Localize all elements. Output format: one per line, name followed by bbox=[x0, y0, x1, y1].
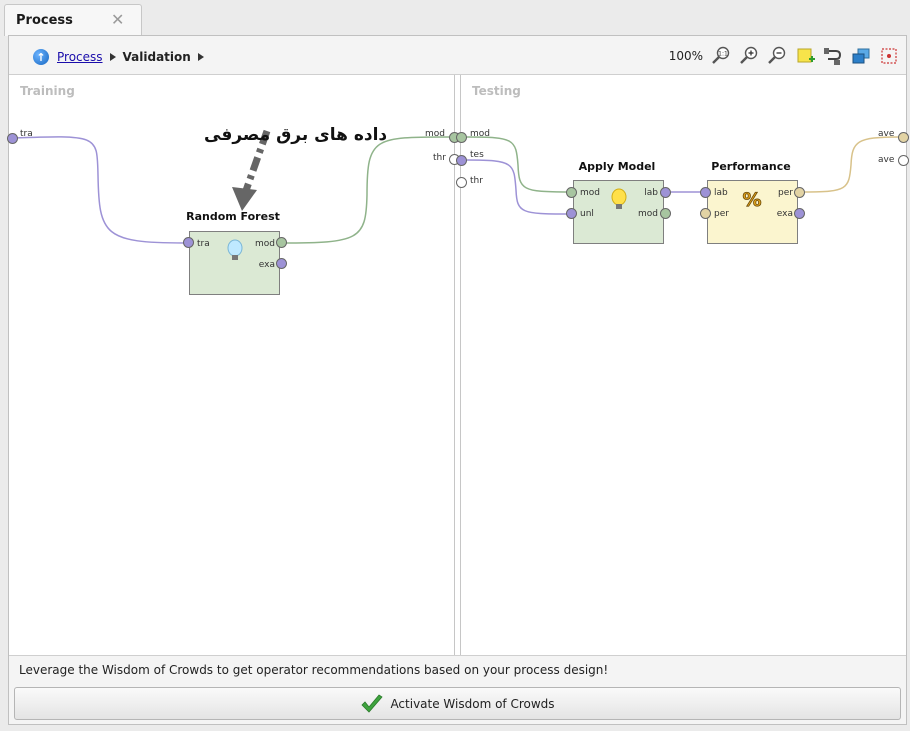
port-label: per bbox=[778, 188, 793, 198]
select-all-icon[interactable] bbox=[878, 45, 900, 67]
port-label: thr bbox=[470, 176, 483, 186]
wisdom-message: Leverage the Wisdom of Crowds to get ope… bbox=[19, 663, 609, 677]
percent-icon: % bbox=[742, 189, 762, 210]
port-label: mod bbox=[255, 239, 275, 249]
breadcrumb-arrow-icon[interactable] bbox=[197, 53, 204, 61]
performance-input-port[interactable] bbox=[700, 187, 711, 198]
activate-wisdom-button[interactable]: Activate Wisdom of Crowds bbox=[14, 687, 901, 720]
training-subprocess[interactable]: Training bbox=[9, 75, 455, 655]
performance-output-port[interactable] bbox=[794, 187, 805, 198]
port-label: tes bbox=[470, 150, 484, 160]
testing-title: Testing bbox=[472, 84, 521, 98]
apply-model-input-port[interactable] bbox=[566, 208, 577, 219]
port-label: mod bbox=[470, 129, 490, 139]
rf-output-port[interactable] bbox=[276, 258, 287, 269]
zoom-level: 100% bbox=[668, 49, 703, 63]
process-canvas[interactable]: Training Testing داده های برق مصرفی tra … bbox=[7, 74, 909, 656]
process-tab[interactable]: Process ✕ bbox=[4, 4, 142, 36]
port-label: lab bbox=[644, 188, 658, 198]
testing-output-port[interactable] bbox=[898, 155, 909, 166]
port-label: ave bbox=[878, 129, 895, 139]
port-label: ave bbox=[878, 155, 895, 165]
breadcrumb-current: Validation bbox=[122, 50, 191, 64]
testing-output-port[interactable] bbox=[898, 132, 909, 143]
port-label: per bbox=[714, 209, 729, 219]
activate-wisdom-label: Activate Wisdom of Crowds bbox=[390, 696, 555, 711]
toolbar: 100% 1:1 bbox=[669, 45, 900, 67]
checkmark-icon bbox=[361, 693, 384, 713]
port-label: thr bbox=[433, 153, 446, 163]
zoom-in-icon[interactable] bbox=[738, 45, 760, 67]
random-forest-title: Random Forest bbox=[186, 210, 280, 223]
arrange-icon[interactable] bbox=[850, 45, 872, 67]
port-label: mod bbox=[580, 188, 600, 198]
annotation-text[interactable]: داده های برق مصرفی bbox=[204, 125, 387, 145]
performance-input-port[interactable] bbox=[700, 208, 711, 219]
zoom-out-icon[interactable] bbox=[766, 45, 788, 67]
performance-title: Performance bbox=[711, 160, 791, 173]
performance-output-port[interactable] bbox=[794, 208, 805, 219]
testing-input-port[interactable] bbox=[456, 177, 467, 188]
tab-title: Process bbox=[16, 13, 73, 28]
port-label: unl bbox=[580, 209, 594, 219]
port-label: exa bbox=[776, 209, 793, 219]
breadcrumb-arrow-icon bbox=[109, 53, 116, 61]
port-label: mod bbox=[425, 129, 445, 139]
up-arrow-icon[interactable]: ↑ bbox=[33, 49, 49, 65]
zoom-fit-icon[interactable]: 1:1 bbox=[710, 45, 732, 67]
random-forest-operator[interactable]: tra mod exa bbox=[189, 231, 280, 295]
process-panel: ↑ Process Validation 100% 1:1 Training T… bbox=[7, 35, 909, 725]
svg-text:1:1: 1:1 bbox=[718, 51, 728, 58]
rf-output-port[interactable] bbox=[276, 237, 287, 248]
training-title: Training bbox=[20, 84, 75, 98]
testing-input-port[interactable] bbox=[456, 155, 467, 166]
breadcrumb-process-link[interactable]: Process bbox=[57, 50, 103, 64]
port-label: mod bbox=[638, 209, 658, 219]
auto-wire-icon[interactable] bbox=[822, 45, 844, 67]
apply-model-input-port[interactable] bbox=[566, 187, 577, 198]
breadcrumb: ↑ Process Validation bbox=[33, 47, 211, 67]
port-label: lab bbox=[714, 188, 728, 198]
apply-model-title: Apply Model bbox=[578, 160, 656, 173]
performance-operator[interactable]: lab per per exa % bbox=[707, 180, 798, 244]
apply-model-output-port[interactable] bbox=[660, 208, 671, 219]
add-note-icon[interactable] bbox=[794, 45, 816, 67]
close-icon[interactable]: ✕ bbox=[111, 10, 124, 29]
training-input-port[interactable] bbox=[7, 133, 18, 144]
port-label: tra bbox=[20, 129, 33, 139]
port-label: exa bbox=[258, 260, 275, 270]
port-label: tra bbox=[197, 239, 210, 249]
testing-input-port[interactable] bbox=[456, 132, 467, 143]
rf-input-port[interactable] bbox=[183, 237, 194, 248]
apply-model-operator[interactable]: mod unl lab mod bbox=[573, 180, 664, 244]
lightbulb-icon bbox=[611, 188, 627, 209]
svg-text:%: % bbox=[742, 189, 761, 210]
apply-model-output-port[interactable] bbox=[660, 187, 671, 198]
lightbulb-icon bbox=[227, 239, 243, 260]
